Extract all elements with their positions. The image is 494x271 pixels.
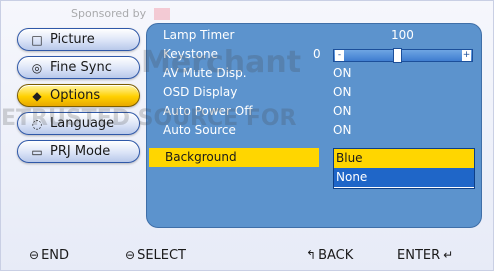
prj-mode-icon: ▭ (31, 144, 43, 159)
lamp-timer-value: 100 (391, 28, 414, 42)
row-auto-source[interactable]: Auto Source ON (147, 121, 481, 140)
row-value: ON (333, 66, 352, 80)
minus-icon[interactable]: - (335, 50, 344, 61)
background-dropdown[interactable]: Blue None (333, 148, 475, 189)
options-panel: Lamp Timer 100 Keystone 0 - + AV Mute Di… (146, 23, 482, 228)
row-value: ON (333, 123, 352, 137)
row-lamp-timer: Lamp Timer 100 (147, 26, 481, 45)
row-label: AV Mute Disp. (163, 66, 247, 80)
nav-item-options[interactable]: ◆ Options (17, 84, 140, 107)
sponsor-logo (153, 8, 170, 20)
nav-item-language[interactable]: ◌ Language (17, 112, 140, 135)
row-osd-display[interactable]: OSD Display ON (147, 83, 481, 102)
row-label: Lamp Timer (163, 28, 235, 42)
plus-icon[interactable]: + (462, 50, 471, 61)
nav-item-label: PRJ Mode (50, 144, 111, 159)
dropdown-option-none[interactable]: None (334, 168, 474, 187)
row-label: Auto Source (163, 123, 236, 137)
keystone-slider[interactable]: - + (333, 48, 473, 63)
sponsor-text: Sponsored by (71, 7, 147, 20)
row-av-mute[interactable]: AV Mute Disp. ON (147, 64, 481, 83)
nav-item-prj-mode[interactable]: ▭ PRJ Mode (17, 140, 140, 163)
back-hint[interactable]: ↰ BACK (306, 248, 353, 263)
nav-item-label: Language (50, 116, 115, 131)
select-label: SELECT (137, 248, 187, 263)
nav-item-fine-sync[interactable]: ◎ Fine Sync (17, 56, 140, 79)
picture-icon: □ (31, 32, 43, 47)
select-hint[interactable]: ⊖ SELECT (125, 248, 186, 263)
row-value: ON (333, 104, 352, 118)
enter-arrow-icon: ↵ (443, 248, 454, 262)
end-label: END (41, 248, 70, 263)
keystone-value: 0 (313, 47, 321, 61)
nav-item-label: Fine Sync (50, 60, 112, 75)
row-keystone[interactable]: Keystone 0 - + (147, 45, 481, 64)
row-background[interactable]: Background (149, 148, 319, 167)
end-hint[interactable]: ⊖ END (29, 248, 69, 263)
end-icon: ⊖ (29, 248, 40, 262)
sponsor-banner: Sponsored by (71, 7, 170, 20)
dropdown-option-blue[interactable]: Blue (334, 149, 474, 168)
row-label: Auto Power Off (163, 104, 253, 118)
bottom-bar: ⊖ END ⊖ SELECT ↰ BACK ENTER ↵ (1, 242, 494, 270)
row-label: OSD Display (163, 85, 238, 99)
enter-hint[interactable]: ENTER ↵ (397, 248, 455, 263)
nav-item-picture[interactable]: □ Picture (17, 28, 140, 51)
projector-osd-screen: Sponsored by □ Picture ◎ Fine Sync ◆ Opt… (0, 0, 494, 271)
nav-item-label: Options (50, 88, 101, 103)
slider-thumb[interactable] (393, 48, 402, 63)
language-icon: ◌ (31, 116, 43, 131)
row-value: ON (333, 85, 352, 99)
select-icon: ⊖ (125, 248, 136, 262)
enter-label: ENTER (397, 248, 441, 263)
fine-sync-icon: ◎ (31, 60, 43, 75)
back-arrow-icon: ↰ (306, 248, 317, 262)
options-nav: □ Picture ◎ Fine Sync ◆ Options ◌ Langua… (17, 28, 140, 168)
row-auto-power-off[interactable]: Auto Power Off ON (147, 102, 481, 121)
nav-item-label: Picture (50, 32, 95, 47)
row-label: Background (165, 150, 237, 164)
back-label: BACK (318, 248, 354, 263)
options-icon: ◆ (32, 88, 42, 103)
row-label: Keystone (163, 47, 219, 61)
